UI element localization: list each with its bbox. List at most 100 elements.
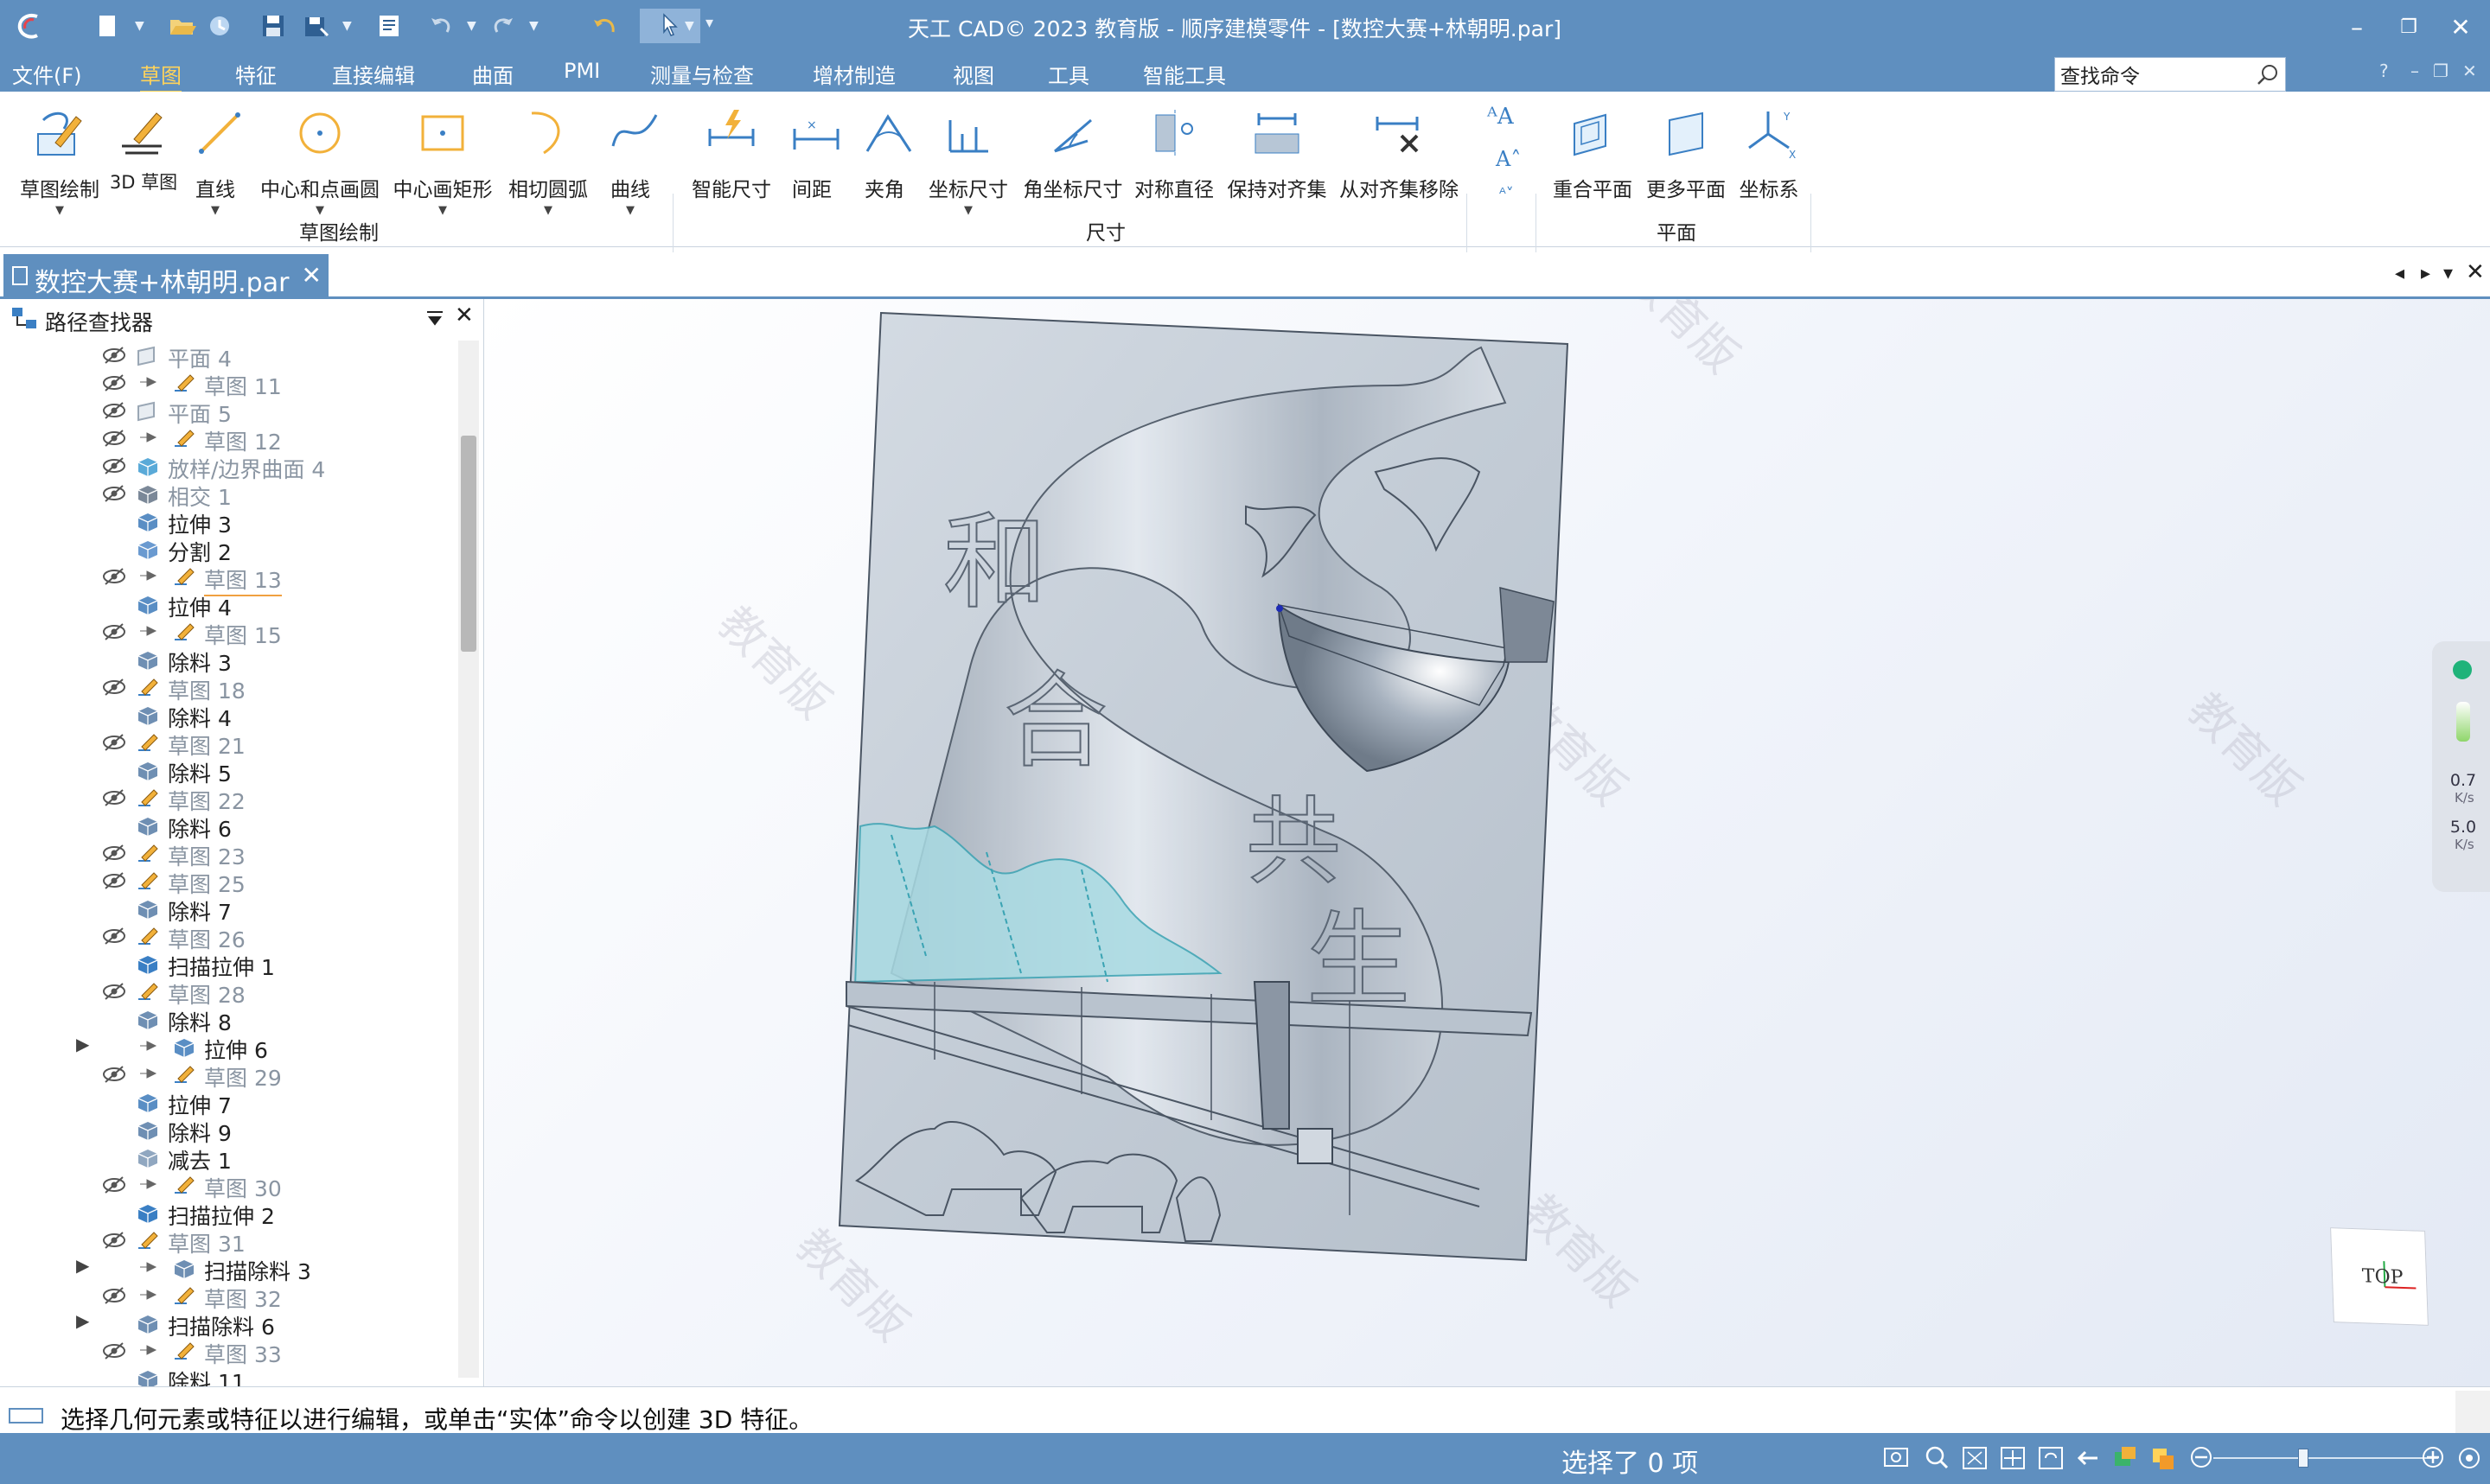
- tree-item[interactable]: 减去 1: [0, 1143, 456, 1174]
- pathfinder-scrollbar[interactable]: [458, 341, 479, 1378]
- doc-minimize-button[interactable]: –: [2410, 61, 2419, 81]
- app-logo-icon[interactable]: [12, 9, 47, 43]
- center-rectangle-button[interactable]: 中心画矩形 ▼: [391, 99, 495, 228]
- tree-item[interactable]: 草图 30: [0, 1170, 456, 1201]
- status-settings-icon[interactable]: [2454, 1443, 2485, 1473]
- visibility-eye-icon[interactable]: [102, 678, 126, 697]
- smart-dimension-button[interactable]: 智能尺寸: [688, 99, 775, 228]
- view-orientation-icon[interactable]: [2110, 1443, 2141, 1473]
- distance-button[interactable]: × 间距: [782, 99, 842, 228]
- tree-item[interactable]: 草图 33: [0, 1336, 456, 1367]
- undo-dropdown-icon[interactable]: ▼: [467, 19, 476, 33]
- zoom-icon[interactable]: [1921, 1443, 1952, 1473]
- tree-item[interactable]: 分割 2: [0, 534, 456, 565]
- text-size-large-icon[interactable]: ᴬA: [1487, 104, 1514, 130]
- pin-icon[interactable]: [138, 430, 157, 444]
- view-cube[interactable]: TOP: [2330, 1227, 2429, 1326]
- tree-item[interactable]: 草图 12: [0, 424, 456, 455]
- visibility-eye-icon[interactable]: [102, 429, 126, 448]
- visibility-eye-icon[interactable]: [102, 484, 126, 503]
- menu-sketch[interactable]: 草图: [140, 59, 182, 93]
- pathfinder-scroll-thumb[interactable]: [461, 436, 476, 652]
- visibility-eye-icon[interactable]: [102, 1341, 126, 1360]
- pin-icon[interactable]: [138, 1067, 157, 1080]
- tree-item[interactable]: ▶ 拉伸 6: [0, 1032, 456, 1063]
- pin-icon[interactable]: [138, 569, 157, 583]
- sketch-draw-button[interactable]: 草图绘制 ▼: [12, 99, 107, 228]
- save-as-icon[interactable]: [299, 9, 334, 43]
- visibility-eye-icon[interactable]: [102, 788, 126, 807]
- pin-icon[interactable]: [138, 624, 157, 638]
- text-size-down-icon[interactable]: ᴬ˅: [1499, 185, 1514, 203]
- tree-item[interactable]: 草图 15: [0, 617, 456, 648]
- circle-center-point-button[interactable]: 中心和点画圆 ▼: [256, 99, 384, 228]
- save-dropdown-icon[interactable]: ▼: [342, 19, 352, 33]
- tree-item[interactable]: 草图 26: [0, 921, 456, 952]
- close-window-button[interactable]: ✕: [2438, 9, 2483, 47]
- expand-arrow-icon[interactable]: ▶: [76, 1310, 89, 1331]
- visibility-eye-icon[interactable]: [102, 982, 126, 1001]
- pathfinder-options-icon[interactable]: [425, 309, 444, 327]
- search-icon[interactable]: [2256, 63, 2280, 87]
- tree-item[interactable]: 除料 11: [0, 1364, 456, 1386]
- vertex-point[interactable]: [1276, 605, 1283, 612]
- visibility-eye-icon[interactable]: [102, 1231, 126, 1250]
- expand-arrow-icon[interactable]: ▶: [76, 1034, 89, 1054]
- command-search[interactable]: [2054, 57, 2286, 92]
- visibility-eye-icon[interactable]: [102, 346, 126, 365]
- tree-item[interactable]: 草图 21: [0, 728, 456, 759]
- menu-measure[interactable]: 测量与检查: [650, 59, 754, 89]
- angular-coordinate-button[interactable]: 角坐标尺寸: [1020, 99, 1126, 228]
- view-style-icon[interactable]: [2148, 1443, 2179, 1473]
- tab-list-icon[interactable]: ▾: [2443, 263, 2453, 284]
- model-viewport[interactable]: 教育版 教育版 教育版 教育版 教育版 教育版 和 合 共 生 0.7 K/s …: [485, 299, 2490, 1386]
- angle-button[interactable]: 夹角: [854, 99, 915, 228]
- menu-additive[interactable]: 增材制造: [813, 59, 896, 89]
- curve-button[interactable]: 曲线 ▼: [600, 99, 661, 228]
- tree-item[interactable]: 草图 18: [0, 672, 456, 704]
- repeat-icon[interactable]: [588, 9, 622, 43]
- visibility-eye-icon[interactable]: [102, 456, 126, 475]
- open-file-icon[interactable]: [164, 9, 199, 43]
- tree-item[interactable]: 草图 28: [0, 977, 456, 1008]
- expand-arrow-icon[interactable]: ▶: [76, 1255, 89, 1276]
- tree-item[interactable]: 扫描拉伸 2: [0, 1198, 456, 1229]
- new-file-icon[interactable]: [90, 9, 124, 43]
- tree-item[interactable]: 草图 32: [0, 1281, 456, 1312]
- pathfinder-close-icon[interactable]: ✕: [455, 303, 474, 328]
- menu-direct-edit[interactable]: 直接编辑: [332, 59, 415, 89]
- visibility-eye-icon[interactable]: [102, 844, 126, 863]
- close-all-tabs-icon[interactable]: ✕: [2466, 259, 2485, 285]
- tree-item[interactable]: 平面 5: [0, 396, 456, 427]
- tangent-arc-button[interactable]: 相切圆弧 ▼: [505, 99, 591, 228]
- tree-item[interactable]: 拉伸 4: [0, 589, 456, 621]
- close-tab-icon[interactable]: ✕: [302, 261, 322, 290]
- tree-item[interactable]: 草图 11: [0, 368, 456, 399]
- remove-alignment-button[interactable]: 从对齐集移除: [1337, 99, 1461, 228]
- previous-view-icon[interactable]: [2073, 1443, 2104, 1473]
- visibility-eye-icon[interactable]: [102, 1065, 126, 1084]
- menu-smart-tools[interactable]: 智能工具: [1143, 59, 1226, 89]
- tree-item[interactable]: 放样/边界曲面 4: [0, 451, 456, 482]
- new-file-dropdown-icon[interactable]: ▼: [135, 19, 144, 33]
- more-planes-button[interactable]: 更多平面: [1641, 99, 1731, 228]
- keyboard-icon[interactable]: [9, 1408, 43, 1423]
- visibility-eye-icon[interactable]: [102, 567, 126, 586]
- customize-toolbar-icon[interactable]: ▾: [706, 14, 713, 32]
- restore-button[interactable]: ❐: [2386, 9, 2431, 47]
- tree-item[interactable]: 除料 6: [0, 811, 456, 842]
- redo-icon[interactable]: [486, 9, 520, 43]
- fit-view-icon[interactable]: [1959, 1443, 1990, 1473]
- zoom-area-icon[interactable]: [1881, 1443, 1912, 1473]
- help-icon[interactable]: ?: [2379, 61, 2389, 81]
- pin-icon[interactable]: [138, 1343, 157, 1357]
- rotate-icon[interactable]: [2035, 1443, 2066, 1473]
- tree-item[interactable]: ▶ 扫描除料 6: [0, 1309, 456, 1340]
- zoom-in-icon[interactable]: [2417, 1443, 2448, 1473]
- undo-icon[interactable]: [424, 9, 458, 43]
- tree-item[interactable]: 相交 1: [0, 479, 456, 510]
- tree-item[interactable]: 草图 25: [0, 866, 456, 897]
- part-model[interactable]: 和 合 共 生: [485, 299, 2490, 1386]
- tree-item[interactable]: 除料 4: [0, 700, 456, 731]
- select-dropdown-icon[interactable]: ▼: [685, 19, 694, 33]
